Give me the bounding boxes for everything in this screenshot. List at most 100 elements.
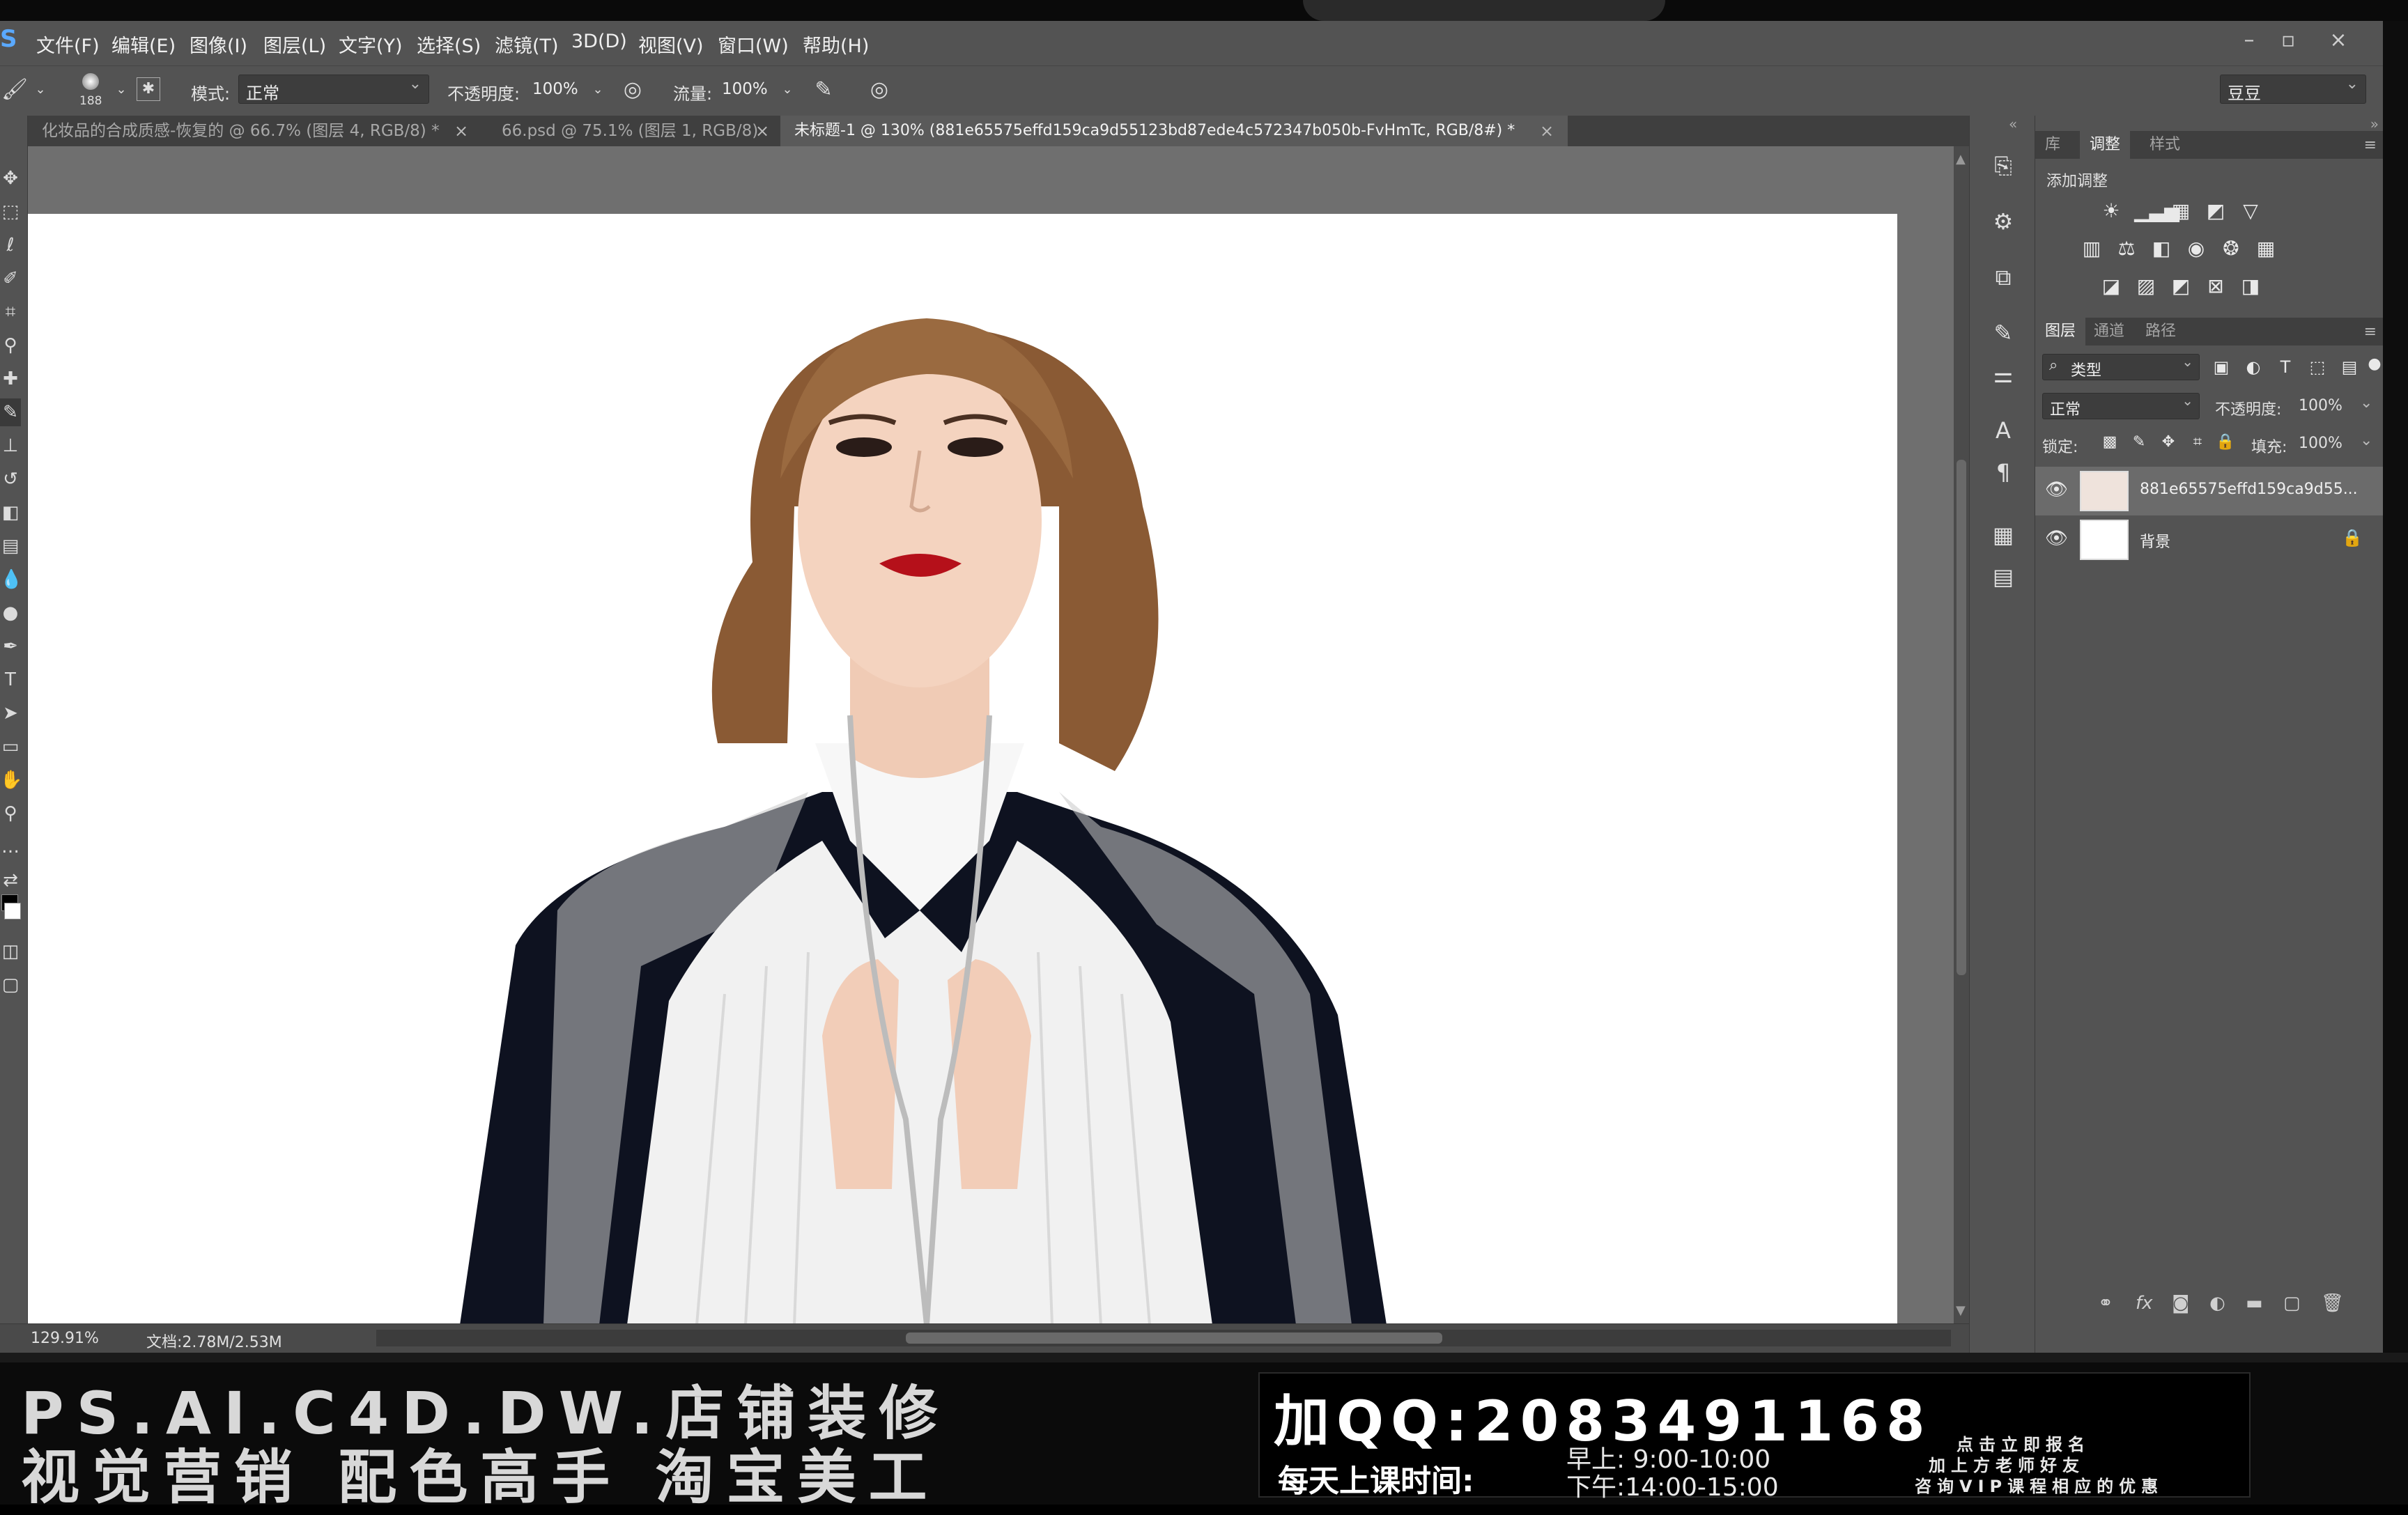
new-layer-icon[interactable]: ▢ (2283, 1293, 2301, 1314)
menu-file[interactable]: 文件(F) (36, 31, 100, 58)
swap-colors-icon[interactable]: ⇄ (0, 867, 21, 894)
chevron-down-icon[interactable]: ⌄ (775, 77, 800, 102)
tab-paths[interactable]: 路径 (2136, 318, 2186, 345)
curves-icon[interactable]: ▦ (2169, 199, 2193, 223)
opacity-value[interactable]: 100% (532, 80, 578, 98)
delete-layer-icon[interactable]: 🗑 (2321, 1293, 2344, 1314)
tool-presets-icon[interactable]: ⚌ (1988, 359, 2019, 390)
screen-mode-icon[interactable]: ▢ (0, 971, 21, 999)
minimize-icon[interactable]: – (2235, 26, 2263, 54)
link-layers-icon[interactable]: ⚭ (2098, 1293, 2113, 1314)
maximize-icon[interactable]: ▫ (2274, 26, 2302, 54)
channel-mixer-icon[interactable]: ❂ (2219, 237, 2243, 261)
filter-type-icon[interactable]: T (2274, 355, 2297, 379)
brush-tool-icon[interactable]: ✎ (0, 398, 21, 426)
lock-all-icon[interactable]: 🔒 (2214, 430, 2237, 454)
zoom-level[interactable]: 129.91% (31, 1330, 99, 1347)
brightness-icon[interactable]: ☀ (2099, 199, 2123, 223)
lock-artboard-icon[interactable]: ⌗ (2186, 430, 2209, 454)
horizontal-scrollbar[interactable] (376, 1330, 1951, 1346)
path-select-tool-icon[interactable]: ➤ (0, 699, 21, 727)
chevron-down-icon[interactable]: ⌄ (109, 77, 134, 102)
tab-styles[interactable]: 样式 (2140, 131, 2190, 159)
tab-adjustments[interactable]: 调整 (2080, 131, 2131, 159)
quick-select-tool-icon[interactable]: ✐ (0, 265, 21, 293)
menu-help[interactable]: 帮助(H) (803, 31, 869, 58)
photo-filter-icon[interactable]: ◉ (2184, 237, 2208, 261)
chevron-down-icon[interactable]: ⌄ (28, 77, 53, 102)
selective-color-icon[interactable]: ⊠ (2204, 274, 2228, 298)
clone-stamp-tool-icon[interactable]: ⊥ (0, 432, 21, 460)
crop-tool-icon[interactable]: ⌗ (0, 298, 21, 326)
layer-row[interactable]: 👁 881e65575effd159ca9d55... (2035, 467, 2384, 515)
new-group-icon[interactable]: ▬ (2246, 1293, 2263, 1314)
menu-3d[interactable]: 3D(D) (571, 31, 627, 52)
add-mask-icon[interactable]: ◙ (2172, 1293, 2189, 1314)
eye-icon[interactable]: 👁 (2045, 528, 2068, 549)
airbrush-icon[interactable]: ✎ (811, 77, 836, 102)
fx-icon[interactable]: fx (2136, 1293, 2153, 1314)
vertical-scrollbar[interactable]: ▲ ▼ (1954, 146, 1969, 1323)
pressure-opacity-icon[interactable]: ◎ (620, 77, 645, 102)
lock-transparent-icon[interactable]: ▩ (2098, 430, 2122, 454)
quick-mask-icon[interactable]: ◫ (0, 938, 21, 965)
layer-filter-select[interactable]: 类型 (2042, 353, 2200, 380)
lock-pixels-icon[interactable]: ✎ (2127, 430, 2151, 454)
panel-menu-icon[interactable]: ≡ (2364, 137, 2377, 154)
eraser-tool-icon[interactable]: ◧ (0, 499, 21, 527)
layer-name[interactable]: 881e65575effd159ca9d55... (2140, 481, 2358, 498)
hue-saturation-icon[interactable]: ▥ (2080, 237, 2104, 261)
levels-icon[interactable]: ▁▃▅ (2134, 199, 2179, 223)
menu-edit[interactable]: 编辑(E) (111, 31, 176, 58)
brush-preset-picker[interactable]: 188 (75, 70, 106, 109)
paragraph-panel-icon[interactable]: ¶ (1988, 457, 2019, 488)
filter-pixel-icon[interactable]: ▣ (2209, 355, 2233, 379)
tab-channels[interactable]: 通道 (2084, 318, 2134, 345)
scroll-thumb[interactable] (1957, 460, 1966, 975)
tab-libraries[interactable]: 库 (2035, 131, 2070, 159)
brush-panel-icon[interactable]: ✱ (137, 77, 160, 101)
fill-value[interactable]: 100% (2299, 435, 2343, 452)
tab-layers[interactable]: 图层 (2035, 318, 2086, 345)
posterize-icon[interactable]: ▨ (2134, 274, 2158, 298)
threshold-icon[interactable]: ◩ (2169, 274, 2193, 298)
shape-tool-icon[interactable]: ▭ (0, 733, 21, 761)
properties-panel-icon[interactable]: ⚙ (1988, 206, 2019, 237)
menu-window[interactable]: 窗口(W) (718, 31, 789, 58)
menu-filter[interactable]: 滤镜(T) (495, 31, 559, 58)
menu-layer[interactable]: 图层(L) (263, 31, 326, 58)
document-canvas[interactable] (28, 214, 1897, 1325)
chevron-down-icon[interactable]: ⌄ (585, 77, 610, 102)
blur-tool-icon[interactable]: 💧 (0, 566, 22, 593)
background-color-swatch[interactable] (4, 903, 21, 919)
layer-row[interactable]: 👁 背景 🔒 (2035, 515, 2384, 564)
chevron-down-icon[interactable]: ⌄ (2360, 394, 2372, 412)
invert-icon[interactable]: ◪ (2099, 274, 2123, 298)
workspace-select[interactable]: 豆豆 (2220, 75, 2366, 104)
black-white-icon[interactable]: ◧ (2150, 237, 2173, 261)
color-lookup-icon[interactable]: ▦ (2254, 237, 2278, 261)
scroll-thumb[interactable] (906, 1333, 1442, 1344)
layer-name[interactable]: 背景 (2140, 529, 2170, 552)
layer-opacity-value[interactable]: 100% (2299, 397, 2343, 414)
more-tools-icon[interactable]: … (0, 833, 21, 861)
mode-select[interactable]: 正常 (238, 75, 429, 104)
close-window-icon[interactable]: × (2324, 26, 2352, 54)
document-tab-1[interactable]: 化妆品的合成质感-恢复的 @ 66.7% (图层 4, RGB/8) * × (28, 116, 488, 146)
move-tool-icon[interactable]: ✥ (0, 164, 21, 192)
notes-panel-icon[interactable]: ▤ (1988, 561, 2019, 592)
document-tab-3[interactable]: 未标题-1 @ 130% (881e65575effd159ca9d55123b… (780, 116, 1568, 146)
collapse-panels-icon[interactable]: » (2370, 116, 2379, 132)
history-panel-icon[interactable]: ⎘ (1988, 150, 2019, 181)
marquee-tool-icon[interactable]: ⬚ (0, 198, 21, 226)
eyedropper-tool-icon[interactable]: ⚲ (0, 332, 21, 359)
filter-shape-icon[interactable]: ⬚ (2306, 355, 2329, 379)
history-brush-tool-icon[interactable]: ↺ (0, 465, 21, 493)
vibrance-icon[interactable]: ▽ (2239, 199, 2262, 223)
hand-tool-icon[interactable]: ✋ (0, 766, 22, 794)
pen-tool-icon[interactable]: ✒ (0, 632, 21, 660)
menu-view[interactable]: 视图(V) (638, 31, 704, 58)
character-panel-icon[interactable]: A (1988, 415, 2019, 446)
lock-position-icon[interactable]: ✥ (2156, 430, 2180, 454)
clone-source-panel-icon[interactable]: ⧉ (1988, 262, 2019, 293)
